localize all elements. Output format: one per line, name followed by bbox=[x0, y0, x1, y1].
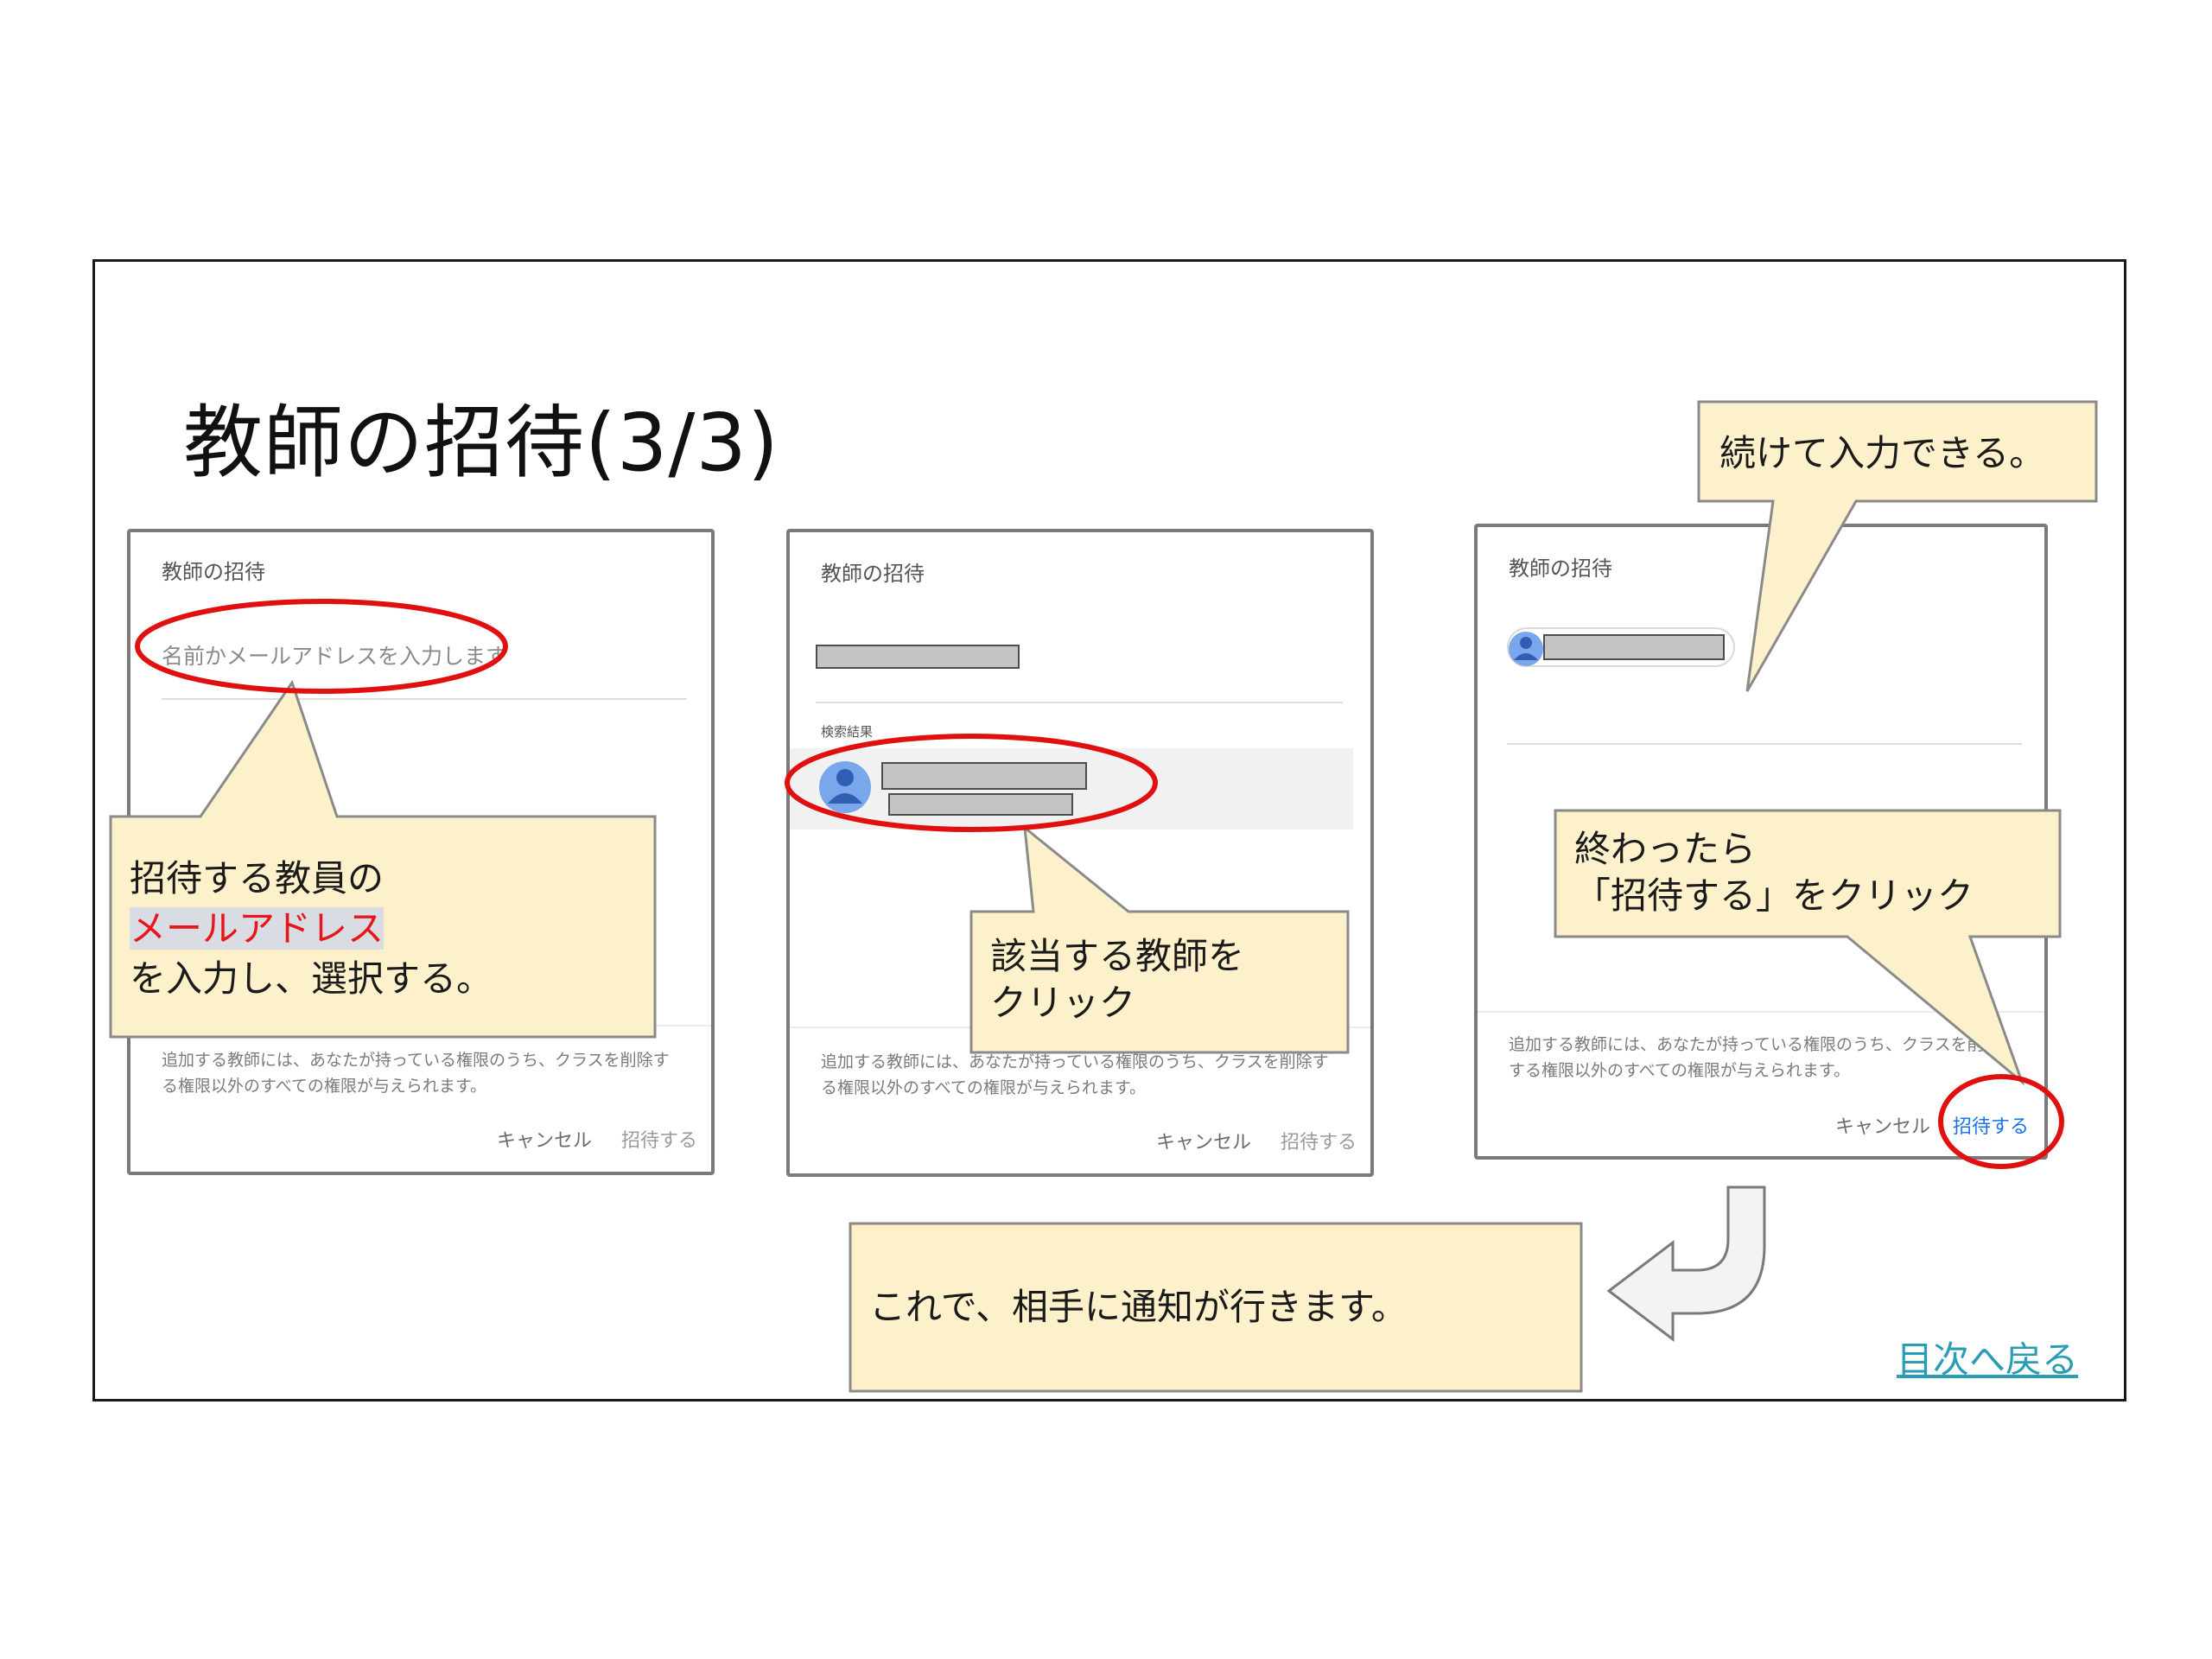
callout-step1-line3: を入力し、選択する。 bbox=[130, 957, 493, 1000]
callout-step3b-line1: 終わったら bbox=[1574, 828, 1757, 870]
callout-step1-text: 招待する教員の メールアドレス を入力し、選択する。 bbox=[130, 854, 493, 1004]
callout-step3a-text: 続けて入力できる。 bbox=[1719, 432, 2046, 474]
highlight-ellipse-input bbox=[135, 599, 508, 694]
callout-step2-line1: 該当する教師を bbox=[990, 935, 1245, 977]
return-arrow-icon bbox=[1606, 1185, 1766, 1343]
callout-step2-text: 該当する教師を クリック bbox=[990, 933, 1244, 1027]
callout-done-text: これで、相手に通知が行きます。 bbox=[869, 1286, 1408, 1328]
callout-step3b-line2: 「招待する」をクリック bbox=[1574, 874, 1974, 917]
callout-step2-line2: クリック bbox=[990, 982, 1136, 1024]
callout-step1-line1: 招待する教員の bbox=[130, 857, 385, 899]
callout-step1-highlight: メールアドレス bbox=[130, 907, 385, 950]
avatar-icon bbox=[819, 761, 871, 813]
highlight-ellipse-invite bbox=[1938, 1074, 2064, 1169]
back-to-toc-link[interactable]: 目次へ戻る bbox=[1897, 1331, 2078, 1383]
avatar-icon bbox=[1509, 632, 1543, 666]
callout-step3b-text: 終わったら 「招待する」をクリック bbox=[1574, 826, 1974, 919]
